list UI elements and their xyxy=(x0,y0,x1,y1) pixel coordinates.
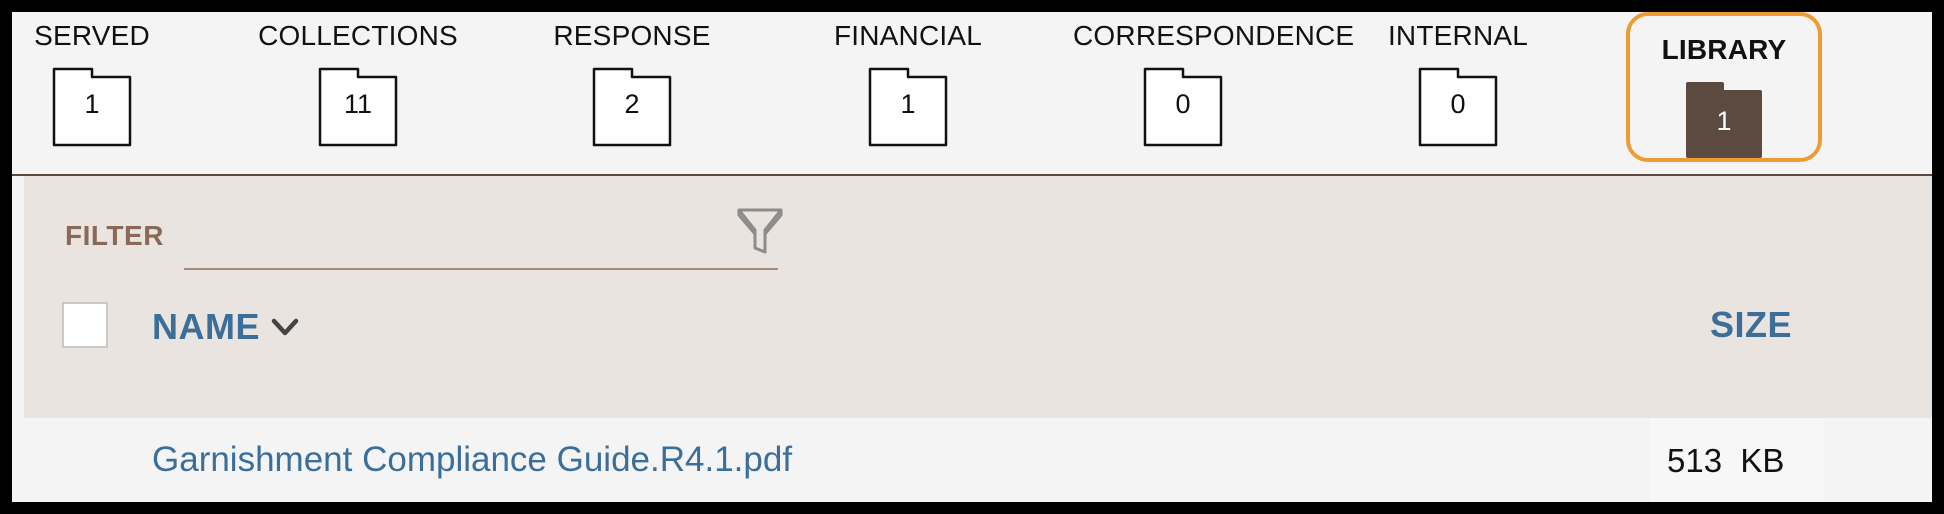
filter-label: FILTER xyxy=(65,220,164,251)
folder-icon: 1 xyxy=(52,67,132,147)
folder-count: 11 xyxy=(343,89,373,119)
column-header-size[interactable]: SIZE xyxy=(1710,304,1792,346)
tab-label: RESPONSE xyxy=(553,20,711,51)
folder-icon: 0 xyxy=(1143,67,1223,147)
file-name-link[interactable]: Garnishment Compliance Guide.R4.1.pdf xyxy=(152,440,792,480)
tab-financial[interactable]: FINANCIAL 1 xyxy=(798,12,1018,174)
folder-count: 0 xyxy=(1450,89,1466,119)
folder-count: 1 xyxy=(1716,106,1732,136)
column-header-name[interactable]: NAME xyxy=(152,306,260,348)
folder-icon: 1 xyxy=(868,67,948,147)
tab-label: SERVED xyxy=(34,20,150,51)
tab-correspondence[interactable]: CORRESPONDENCE 0 xyxy=(1073,12,1355,174)
funnel-icon[interactable] xyxy=(736,206,784,258)
folder-icon: 2 xyxy=(592,67,672,147)
file-size: 513 KB xyxy=(1667,442,1785,479)
tab-collections[interactable]: COLLECTIONS 11 xyxy=(248,12,468,174)
tab-label: LIBRARY xyxy=(1661,34,1787,65)
documents-panel: SERVED 1 COLLECTIONS 11 RESPONSE 2 FINAN… xyxy=(12,12,1932,502)
folder-icon: 0 xyxy=(1418,67,1498,147)
chevron-down-icon[interactable] xyxy=(270,316,300,340)
folder-icon: 11 xyxy=(318,67,398,147)
folder-count: 1 xyxy=(84,89,100,119)
tab-label: CORRESPONDENCE xyxy=(1073,20,1355,51)
folder-count: 1 xyxy=(900,89,916,119)
tab-response[interactable]: RESPONSE 2 xyxy=(522,12,742,174)
table-row[interactable]: Garnishment Compliance Guide.R4.1.pdf 51… xyxy=(24,418,1932,502)
tab-internal[interactable]: INTERNAL 0 xyxy=(1348,12,1568,174)
filter-input[interactable] xyxy=(184,206,778,270)
folder-count: 0 xyxy=(1175,89,1191,119)
select-all-checkbox[interactable] xyxy=(62,302,108,348)
tab-label: COLLECTIONS xyxy=(258,20,458,51)
tab-library[interactable]: LIBRARY 1 xyxy=(1614,12,1834,174)
tab-label: INTERNAL xyxy=(1387,20,1529,51)
folder-count: 2 xyxy=(624,89,640,119)
folder-icon: 1 xyxy=(1684,80,1764,160)
tab-label: FINANCIAL xyxy=(833,20,983,51)
tab-served[interactable]: SERVED 1 xyxy=(12,12,202,174)
list-header-panel: FILTER NAME SIZE xyxy=(24,176,1932,418)
folder-tab-bar: SERVED 1 COLLECTIONS 11 RESPONSE 2 FINAN… xyxy=(12,12,1932,176)
